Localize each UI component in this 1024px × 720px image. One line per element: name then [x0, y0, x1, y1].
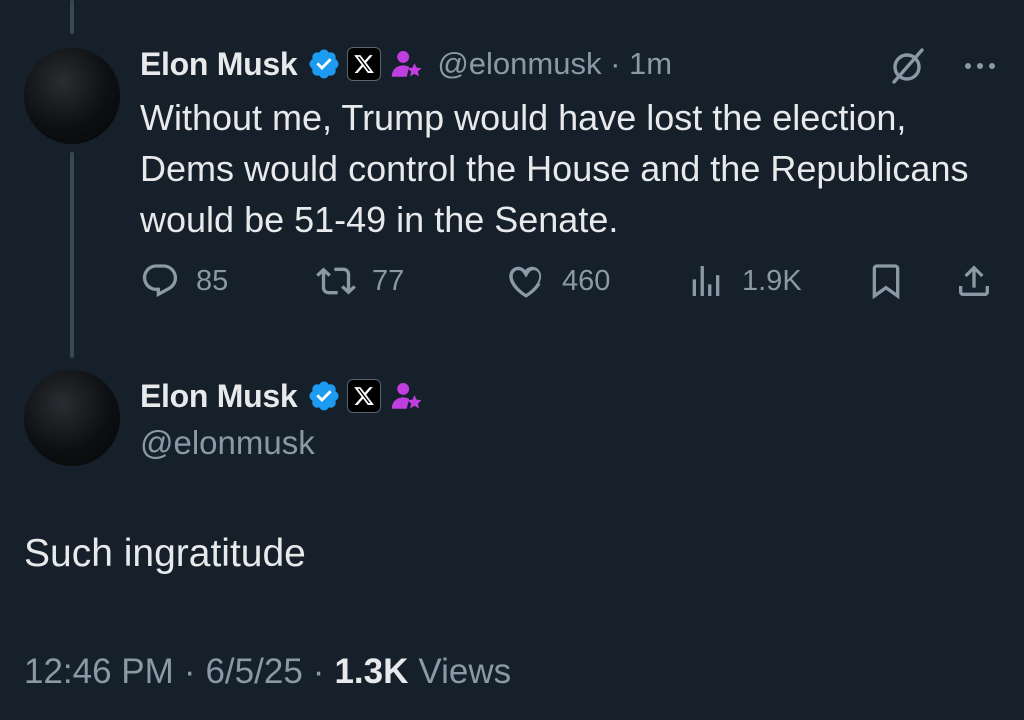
author-name[interactable]: Elon Musk	[140, 378, 298, 415]
person-star-icon	[389, 379, 423, 413]
views-button[interactable]: 1.9K	[686, 256, 802, 306]
x-logo-icon[interactable]	[347, 379, 382, 413]
avatar[interactable]	[24, 370, 120, 466]
separator-dot: ·	[312, 652, 325, 691]
separator-dot: ·	[183, 652, 196, 691]
tweet-text: Without me, Trump would have lost the el…	[140, 97, 969, 240]
tweet-date[interactable]: 6/5/25	[205, 652, 302, 692]
author-handle[interactable]: @elonmusk	[437, 46, 601, 81]
repost-button[interactable]: 77	[316, 256, 404, 306]
tweet-text: Such ingratitude	[24, 532, 306, 575]
repost-icon	[316, 267, 356, 295]
tweet-header-actions	[886, 44, 1000, 88]
heart-icon	[509, 266, 542, 298]
author-name[interactable]: Elon Musk	[140, 46, 298, 83]
share-button[interactable]	[954, 256, 994, 306]
avatar[interactable]	[24, 48, 120, 144]
views-label: Views	[418, 652, 512, 691]
more-icon[interactable]	[960, 46, 1000, 86]
views-count: 1.9K	[742, 264, 802, 297]
separator-dot: ·	[610, 46, 630, 81]
share-icon	[959, 265, 989, 296]
handle-timestamp[interactable]: @elonmusk · 1m	[437, 46, 672, 82]
tweet-header: Elon Musk @elonmusk · 1m	[140, 40, 1000, 88]
verified-badge-icon[interactable]	[307, 379, 341, 413]
reply-icon	[142, 264, 178, 298]
thread-connector	[70, 152, 74, 358]
views-icon	[692, 266, 720, 296]
reply-count: 85	[196, 264, 229, 297]
views-total: 1.3K	[334, 652, 409, 691]
repost-count: 77	[372, 264, 405, 297]
tweet-time[interactable]: 12:46 PM	[24, 652, 174, 692]
like-button[interactable]: 460	[506, 256, 610, 306]
action-bar: 85 77 460 1.9K	[140, 256, 1000, 306]
person-star-icon	[389, 47, 423, 81]
main-tweet-header: Elon Musk @elonmusk	[140, 372, 423, 462]
grok-icon[interactable]	[886, 44, 930, 88]
time-ago[interactable]: 1m	[629, 46, 672, 81]
parent-tweet[interactable]: Elon Musk @elonmusk · 1m Without me, Tru…	[140, 40, 1000, 245]
verified-badge-icon[interactable]	[307, 47, 341, 81]
tweet-meta: 12:46 PM · 6/5/25 · 1.3K Views	[24, 652, 511, 692]
thread-connector-top	[70, 0, 74, 34]
author-row: Elon Musk	[140, 372, 423, 420]
author-handle[interactable]: @elonmusk	[140, 424, 423, 462]
bookmark-button[interactable]	[866, 256, 906, 306]
bookmark-icon	[872, 264, 900, 300]
like-count: 460	[562, 264, 611, 297]
reply-button[interactable]: 85	[140, 256, 228, 306]
x-logo-icon[interactable]	[347, 47, 382, 81]
